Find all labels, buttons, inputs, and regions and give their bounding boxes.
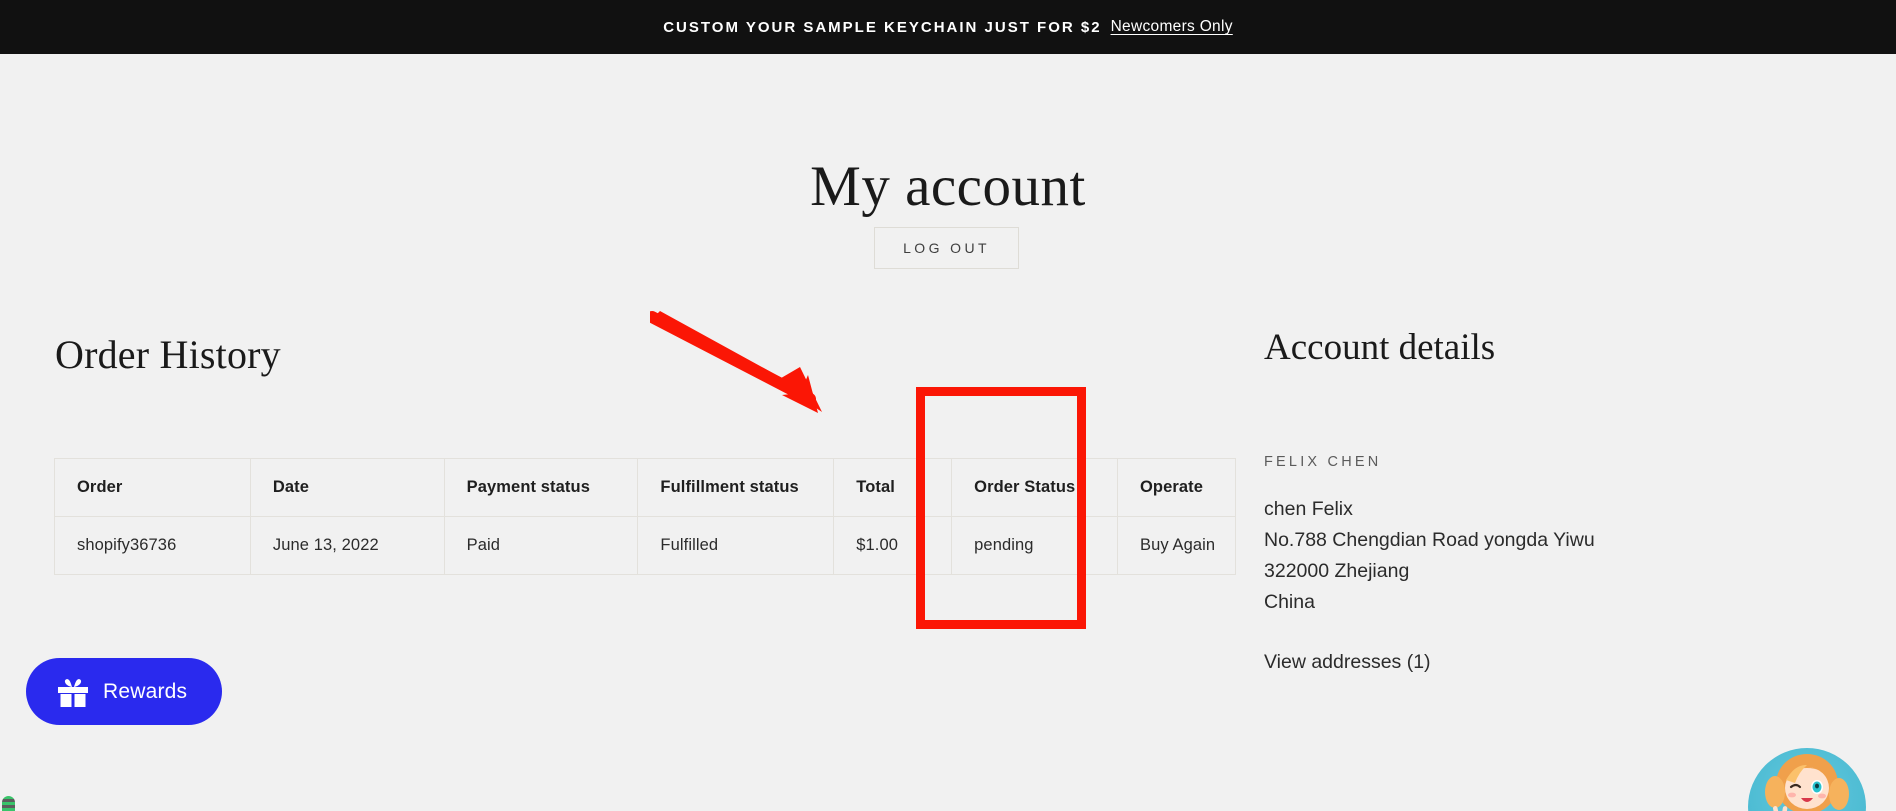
page-root: CUSTOM YOUR SAMPLE KEYCHAIN JUST FOR $2 … <box>0 0 1896 811</box>
column-header-fulfillment-status: Fulfillment status <box>637 458 835 517</box>
column-header-order-status: Order Status <box>951 458 1118 517</box>
order-history-table: Order Date Payment status Fulfillment st… <box>54 458 1237 575</box>
newcomers-only-link[interactable]: Newcomers Only <box>1111 18 1233 36</box>
order-history-heading: Order History <box>55 332 281 377</box>
column-header-date: Date <box>249 458 445 517</box>
column-header-order: Order <box>54 458 251 517</box>
scrollbar-thumb[interactable] <box>2 796 15 811</box>
avatar <box>1755 750 1859 811</box>
cell-total: $1.00 <box>833 516 953 575</box>
view-addresses-link[interactable]: View addresses (1) <box>1264 651 1431 674</box>
annotation-arrow <box>650 311 822 413</box>
page-content: My account LOG OUT Order History Order D… <box>0 54 1896 811</box>
column-header-operate: Operate <box>1116 458 1237 517</box>
announcement-bar: CUSTOM YOUR SAMPLE KEYCHAIN JUST FOR $2 … <box>0 0 1896 54</box>
table-row[interactable]: shopify36736 June 13, 2022 Paid Fulfille… <box>54 516 1237 575</box>
announcement-text: CUSTOM YOUR SAMPLE KEYCHAIN JUST FOR $2 <box>663 18 1102 36</box>
column-header-payment-status: Payment status <box>443 458 639 517</box>
account-address: chen Felix No.788 Chengdian Road yongda … <box>1264 498 1595 613</box>
gift-icon <box>56 675 90 709</box>
table-head: Order Date Payment status Fulfillment st… <box>54 458 1237 517</box>
cell-order[interactable]: shopify36736 <box>54 516 251 575</box>
table-header-row: Order Date Payment status Fulfillment st… <box>54 458 1237 517</box>
cell-fulfillment-status: Fulfilled <box>637 516 835 575</box>
column-header-total: Total <box>833 458 953 517</box>
cell-date: June 13, 2022 <box>249 516 445 575</box>
log-out-button[interactable]: LOG OUT <box>874 227 1019 269</box>
rewards-label: Rewards <box>103 679 188 703</box>
cell-order-status: pending <box>951 516 1118 575</box>
account-customer-name: FELIX CHEN <box>1264 454 1382 470</box>
table-body: shopify36736 June 13, 2022 Paid Fulfille… <box>54 516 1237 575</box>
scrollbar-hatch <box>2 796 15 811</box>
cell-payment-status: Paid <box>443 516 639 575</box>
page-title: My account <box>810 155 1086 218</box>
buy-again-button[interactable]: Buy Again <box>1116 516 1237 575</box>
account-details-heading: Account details <box>1264 327 1496 368</box>
rewards-button[interactable]: Rewards <box>26 658 222 725</box>
contact-me-widget[interactable]: GRACE Contact me <box>1748 748 1866 811</box>
